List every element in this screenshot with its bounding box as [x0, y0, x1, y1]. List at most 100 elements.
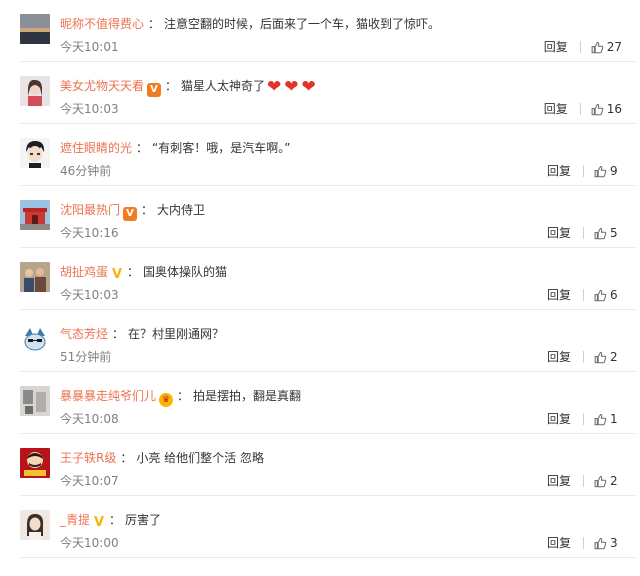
comment-timestamp: 今天10:01	[60, 40, 119, 54]
comment-text: 拍是摆拍，翻是真翻	[193, 389, 302, 403]
verified-badge-icon: V	[123, 207, 138, 221]
action-divider	[583, 537, 584, 549]
reply-button[interactable]: 回复	[547, 224, 571, 242]
username-link[interactable]: 遮住眼睛的光	[60, 141, 132, 155]
like-button[interactable]: 9	[594, 162, 622, 180]
avatar[interactable]	[20, 324, 50, 354]
like-count: 2	[610, 474, 618, 488]
like-button[interactable]: 3	[594, 534, 622, 552]
like-count: 1	[610, 412, 618, 426]
avatar[interactable]	[20, 448, 50, 478]
avatar[interactable]	[20, 510, 50, 540]
reply-button[interactable]: 回复	[547, 162, 571, 180]
reply-button[interactable]: 回复	[547, 472, 571, 490]
colon-separator: ：	[136, 141, 149, 155]
thumbs-up-icon	[594, 413, 610, 426]
comment-text: 在？村里刚通网？	[128, 327, 225, 341]
heart-emoji-icons: ❤❤❤	[267, 77, 319, 97]
thumbs-up-icon	[594, 537, 610, 550]
username-link[interactable]: 气态芳烃	[60, 327, 108, 341]
comment-actions: 回复 2	[547, 348, 622, 366]
username-link[interactable]: 美女尤物天天看	[60, 79, 144, 93]
like-count: 3	[610, 536, 618, 550]
username-link[interactable]: 昵称不值得费心	[60, 17, 144, 31]
thumbs-up-icon	[594, 475, 610, 488]
reply-button[interactable]: 回复	[547, 286, 571, 304]
action-divider	[583, 351, 584, 363]
username-link[interactable]: 王子轶R级	[60, 451, 116, 465]
comment-item: 暴暴暴走纯爷们儿 ♛：拍是摆拍，翻是真翻今天10:08 回复 1	[0, 372, 636, 434]
like-count: 9	[610, 164, 618, 178]
comment-line: 胡扯鸡蛋 V ：国奥体操队的猫	[60, 262, 227, 282]
colon-separator: ：	[141, 203, 154, 217]
comment-item: 美女尤物天天看 V：猫星人太神奇了 ❤❤❤ 今天10:03 回复 16	[0, 62, 636, 124]
thumbs-up-icon	[594, 289, 610, 302]
comment-item: 遮住眼睛的光 ： “有刺客！哦，是汽车啊。” 46分钟前 回复 9	[0, 124, 636, 186]
username-link[interactable]: 沈阳最热门	[60, 203, 120, 217]
like-count: 5	[610, 226, 618, 240]
avatar[interactable]	[20, 14, 50, 44]
comment-text: 国奥体操队的猫	[143, 265, 228, 279]
avatar[interactable]	[20, 76, 50, 106]
comment-text: “有刺客！哦，是汽车啊。”	[152, 141, 291, 155]
comment-actions: 回复 27	[544, 38, 622, 56]
comment-text: 注意空翻的时候，后面来了一个车，猫收到了惊吓。	[164, 17, 441, 31]
comment-actions: 回复 6	[547, 286, 622, 304]
like-button[interactable]: 2	[594, 472, 622, 490]
comment-timestamp: 今天10:08	[60, 412, 119, 426]
comment-line: _青提 V ：厉害了	[60, 510, 161, 530]
comment-line: 气态芳烃 ：在？村里刚通网？	[60, 324, 224, 344]
thumbs-up-icon	[591, 41, 607, 54]
like-button[interactable]: 1	[594, 410, 622, 428]
comment-timestamp: 今天10:07	[60, 474, 119, 488]
thumbs-up-icon	[594, 351, 610, 364]
like-count: 6	[610, 288, 618, 302]
reply-button[interactable]: 回复	[547, 410, 571, 428]
like-button[interactable]: 27	[591, 38, 622, 56]
thumbs-up-icon	[594, 165, 610, 178]
member-v-badge-icon: V	[111, 267, 123, 282]
username-link[interactable]: 胡扯鸡蛋	[60, 265, 108, 279]
username-link[interactable]: _青提	[60, 513, 90, 527]
username-link[interactable]: 暴暴暴走纯爷们儿	[60, 389, 156, 403]
comment-line: 暴暴暴走纯爷们儿 ♛：拍是摆拍，翻是真翻	[60, 386, 302, 407]
comment-item: 沈阳最热门 V：大内侍卫 今天10:16 回复 5	[0, 186, 636, 248]
comment-item: 气态芳烃 ：在？村里刚通网？ 51分钟前 回复 2	[0, 310, 636, 372]
comment-timestamp: 46分钟前	[60, 164, 112, 178]
comment-actions: 回复 2	[547, 472, 622, 490]
comment-timestamp: 今天10:03	[60, 288, 119, 302]
comment-text: 猫星人太神奇了	[181, 79, 266, 93]
action-divider	[583, 475, 584, 487]
action-divider	[583, 413, 584, 425]
avatar[interactable]	[20, 138, 50, 168]
reply-button[interactable]: 回复	[547, 348, 571, 366]
row-divider	[20, 557, 636, 558]
colon-separator: ：	[109, 513, 122, 527]
comment-actions: 回复 9	[547, 162, 622, 180]
action-divider	[583, 289, 584, 301]
reply-button[interactable]: 回复	[544, 100, 568, 118]
comment-line: 沈阳最热门 V：大内侍卫	[60, 200, 205, 221]
reply-button[interactable]: 回复	[544, 38, 568, 56]
action-divider	[579, 103, 581, 115]
colon-separator: ：	[165, 79, 178, 93]
like-button[interactable]: 6	[594, 286, 622, 304]
comment-line: 美女尤物天天看 V：猫星人太神奇了 ❤❤❤	[60, 76, 319, 97]
avatar[interactable]	[20, 386, 50, 416]
like-button[interactable]: 2	[594, 348, 622, 366]
colon-separator: ：	[127, 265, 140, 279]
thumbs-up-icon	[594, 227, 610, 240]
comment-text: 小亮 给他们整个活 忽略	[136, 451, 264, 465]
avatar[interactable]	[20, 262, 50, 292]
comment-line: 王子轶R级 ：小亮 给他们整个活 忽略	[60, 448, 264, 468]
verified-badge-icon: V	[147, 83, 162, 97]
like-button[interactable]: 5	[594, 224, 622, 242]
colon-separator: ：	[120, 451, 133, 465]
comment-actions: 回复 16	[544, 100, 622, 118]
reply-button[interactable]: 回复	[547, 534, 571, 552]
avatar[interactable]	[20, 200, 50, 230]
comment-item: 王子轶R级 ：小亮 给他们整个活 忽略今天10:07 回复 2	[0, 434, 636, 496]
comment-line: 遮住眼睛的光 ： “有刺客！哦，是汽车啊。”	[60, 138, 290, 158]
like-button[interactable]: 16	[591, 100, 622, 118]
action-divider	[583, 165, 584, 177]
